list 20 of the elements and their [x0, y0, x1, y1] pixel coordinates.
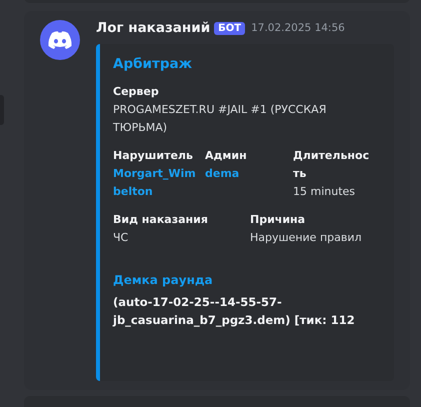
field-name: Админ	[205, 148, 248, 164]
field-name: Вид наказания	[113, 212, 209, 228]
field-name: Длительность	[293, 148, 370, 182]
field-value: 15 minutes	[293, 184, 356, 200]
field-name: Причина	[250, 212, 306, 228]
user-link[interactable]: dema	[205, 165, 285, 183]
bot-badge: БОТ	[214, 22, 246, 34]
field-name: Нарушитель	[113, 148, 194, 164]
logo-icon	[48, 31, 72, 49]
field-value: Нарушение правил	[250, 230, 363, 246]
field-name: Демка раунда	[113, 272, 214, 289]
user-link[interactable]: Morgart_Wimbelton	[113, 165, 197, 201]
field-value: (auto-17-02-25--14-55-57-jb_casuarina_b7_pgz3.dem) [тик: 112	[113, 294, 356, 329]
avatar[interactable]	[40, 20, 80, 60]
author-name[interactable]: Лог наказаний	[96, 20, 210, 36]
embed-title: Арбитраж	[113, 56, 194, 72]
field-value: PROGAMESZET.RU #JAIL #1 (РУССКАЯ ТЮРЬМА)	[113, 102, 328, 136]
timestamp: 17.02.2025 14:56	[251, 22, 345, 34]
field-name: Сервер	[113, 84, 160, 100]
field-value: ЧС	[113, 230, 130, 246]
